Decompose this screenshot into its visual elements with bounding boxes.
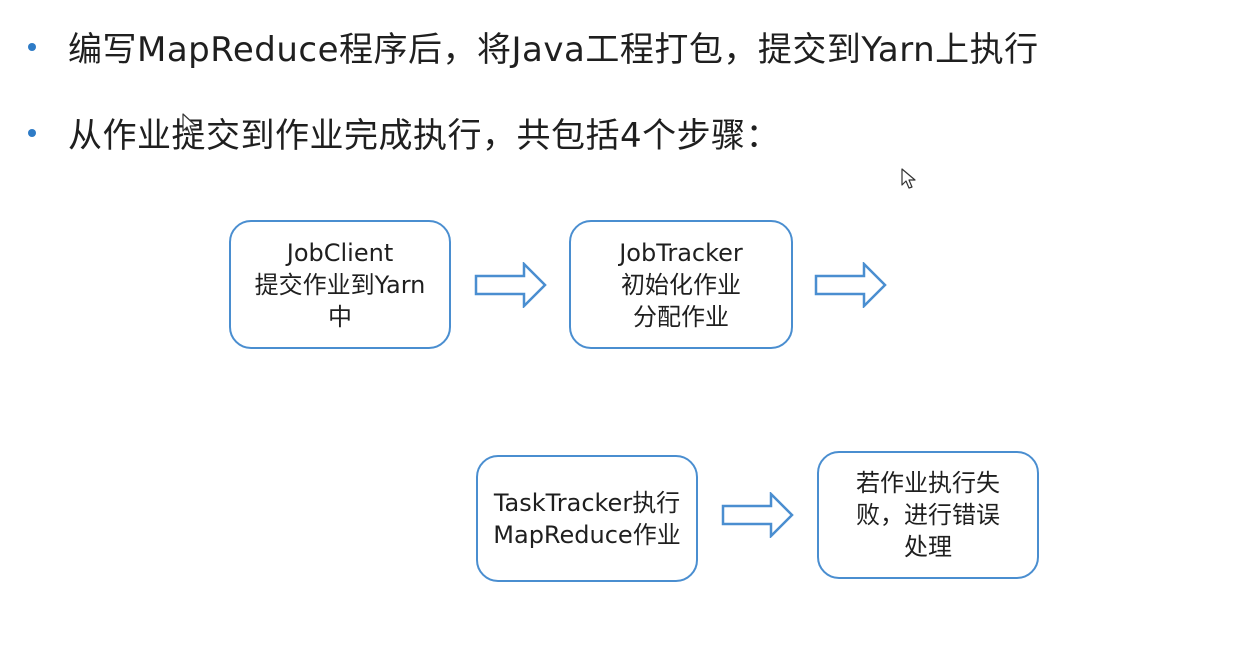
step-line: MapReduce作业 [493, 520, 681, 549]
right-arrow-icon [814, 262, 887, 308]
bullet-dot-icon [28, 42, 36, 51]
step-line: JobClient [286, 238, 394, 267]
bullet-text: 从作业提交到作业完成执行，共包括4个步骤： [68, 116, 781, 156]
mouse-pointer-icon [182, 113, 197, 136]
step-line: TaskTracker执行 [493, 488, 681, 517]
step-line: 分配作业 [633, 302, 729, 331]
step-line: 中 [328, 302, 352, 331]
step-line: JobTracker [619, 238, 743, 267]
step-line: 初始化作业 [621, 270, 741, 299]
step-box-jobclient: JobClient 提交作业到Yarn 中 [229, 220, 451, 349]
step-box-error-handling: 若作业执行失 败，进行错误 处理 [817, 451, 1039, 579]
right-arrow-icon [721, 492, 794, 538]
bullet-item-1: 编写MapReduce程序后，将Java工程打包，提交到Yarn上执行 [28, 22, 1039, 71]
step-box-tasktracker: TaskTracker执行 MapReduce作业 [476, 455, 698, 582]
step-box-jobtracker: JobTracker 初始化作业 分配作业 [569, 220, 793, 349]
step-line: 败，进行错误 [856, 501, 1000, 529]
bullet-text: 编写MapReduce程序后，将Java工程打包，提交到Yarn上执行 [68, 30, 1039, 70]
bullet-item-2: 从作业提交到作业完成执行，共包括4个步骤： [28, 108, 780, 157]
mouse-pointer-icon [901, 168, 916, 189]
bullet-dot-icon [28, 128, 36, 137]
step-line: 若作业执行失 [856, 469, 1000, 497]
right-arrow-icon [474, 262, 547, 308]
step-line: 处理 [904, 533, 952, 561]
step-line: 提交作业到Yarn [254, 270, 426, 299]
